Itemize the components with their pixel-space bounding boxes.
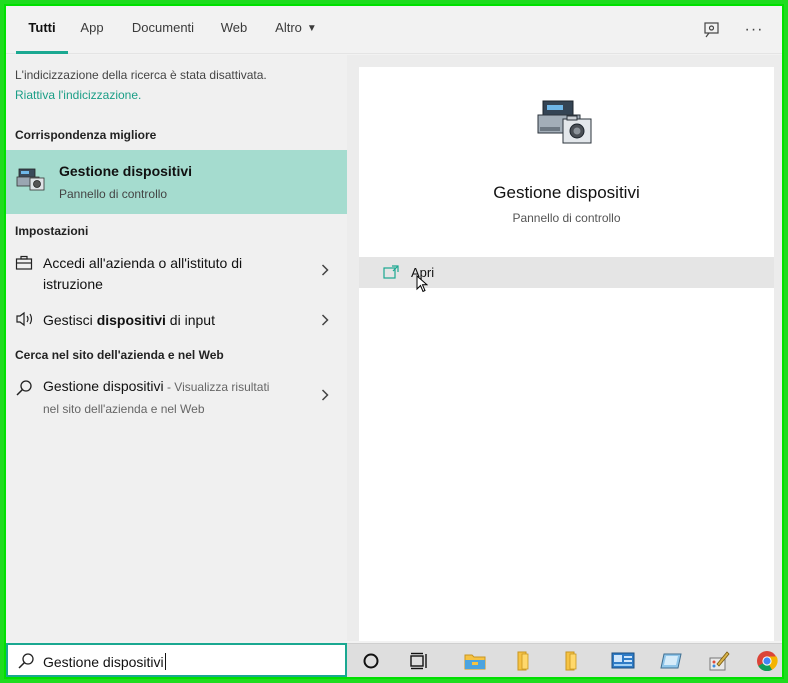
settings-item-work-access[interactable]: Accedi all'azienda o all'istituto di ist…	[6, 251, 347, 297]
feedback-icon[interactable]	[700, 18, 724, 42]
control-panel-icon[interactable]	[603, 644, 643, 677]
web-search-item[interactable]: Gestione dispositivi - Visualizza risult…	[6, 374, 347, 420]
settings-item-input-devices[interactable]: Gestisci dispositivi di input	[6, 308, 347, 334]
open-action[interactable]: Apri	[359, 257, 774, 293]
speaker-icon	[15, 311, 35, 332]
web-search-subtext: nel sito dell'azienda e nel Web	[43, 402, 205, 416]
open-window-icon	[383, 265, 399, 284]
tab-label: Tutti	[28, 20, 56, 35]
settings-heading: Impostazioni	[15, 224, 89, 238]
chevron-right-icon	[321, 313, 329, 330]
text-caret	[164, 653, 166, 670]
tab-documenti[interactable]: Documenti	[126, 6, 200, 54]
tab-web[interactable]: Web	[216, 6, 252, 54]
tab-label: App	[80, 20, 104, 35]
settings-item-label-suffix: di input	[165, 312, 215, 328]
search-icon	[15, 379, 33, 402]
preview-subtitle: Pannello di controllo	[512, 211, 621, 225]
tab-label: Web	[220, 20, 248, 35]
more-options-icon[interactable]: ···	[742, 18, 766, 42]
preview-title: Gestione dispositivi	[493, 183, 640, 202]
file-explorer-icon[interactable]	[455, 644, 495, 677]
device-manager-icon	[16, 166, 46, 199]
tab-altro[interactable]: Altro ▼	[268, 6, 324, 54]
tab-label: Altro	[275, 20, 302, 35]
notice-text: L'indicizzazione della ricerca è stata d…	[15, 68, 267, 82]
task-view-icon[interactable]	[399, 644, 439, 677]
chevron-down-icon: ▼	[306, 23, 317, 34]
mouse-cursor-icon	[416, 274, 429, 298]
settings-item-label: Accedi all'azienda o all'istituto di	[43, 255, 243, 271]
preview-actions: Apri	[359, 243, 774, 641]
search-window: Tutti App Documenti Web Altro ▼ ··· L'ind…	[6, 6, 782, 677]
results-pane: L'indicizzazione della ricerca è stata d…	[6, 55, 347, 641]
chevron-right-icon	[321, 263, 329, 280]
preview-card: Gestione dispositivi Pannello di control…	[359, 67, 774, 243]
indexing-notice: L'indicizzazione della ricerca è stata d…	[15, 65, 267, 105]
web-search-heading: Cerca nel sito dell'azienda e nel Web	[15, 348, 224, 362]
filter-tabs: Tutti App Documenti Web Altro ▼ ···	[6, 6, 782, 54]
tab-label: Documenti	[131, 20, 195, 35]
best-match-heading: Corrispondenza migliore	[15, 128, 157, 142]
best-match-item[interactable]: Gestione dispositivi Pannello di control…	[6, 150, 347, 214]
best-match-title: Gestione dispositivi	[59, 163, 193, 179]
briefcase-icon	[15, 255, 33, 276]
settings-item-label-highlight: dispositivi	[96, 312, 166, 328]
tab-app[interactable]: App	[76, 6, 108, 54]
best-match-subtitle: Pannello di controllo	[59, 187, 168, 201]
reenable-indexing-link[interactable]: Riattiva l'indicizzazione.	[15, 85, 267, 105]
tab-tutti[interactable]: Tutti	[16, 6, 68, 54]
settings-item-label-prefix: Gestisci	[43, 312, 97, 328]
web-search-suffix: - Visualizza risultati	[163, 380, 270, 394]
search-icon	[17, 652, 35, 675]
paint-tools-icon[interactable]	[699, 644, 739, 677]
search-input[interactable]: Gestione dispositivi	[6, 643, 347, 677]
folder-icon[interactable]	[503, 644, 543, 677]
settings-item-label-line2: istruzione	[43, 276, 103, 292]
device-manager-icon	[535, 97, 595, 154]
preview-pane: Gestione dispositivi Pannello di control…	[347, 55, 782, 641]
chevron-right-icon	[321, 388, 329, 405]
tablet-icon[interactable]	[651, 644, 691, 677]
chrome-icon[interactable]	[747, 644, 782, 677]
taskbar	[347, 643, 782, 677]
cortana-icon[interactable]	[351, 644, 391, 677]
web-search-query: Gestione dispositivi	[43, 378, 164, 394]
folder-icon[interactable]	[551, 644, 591, 677]
search-input-value: Gestione dispositivi	[43, 654, 164, 670]
